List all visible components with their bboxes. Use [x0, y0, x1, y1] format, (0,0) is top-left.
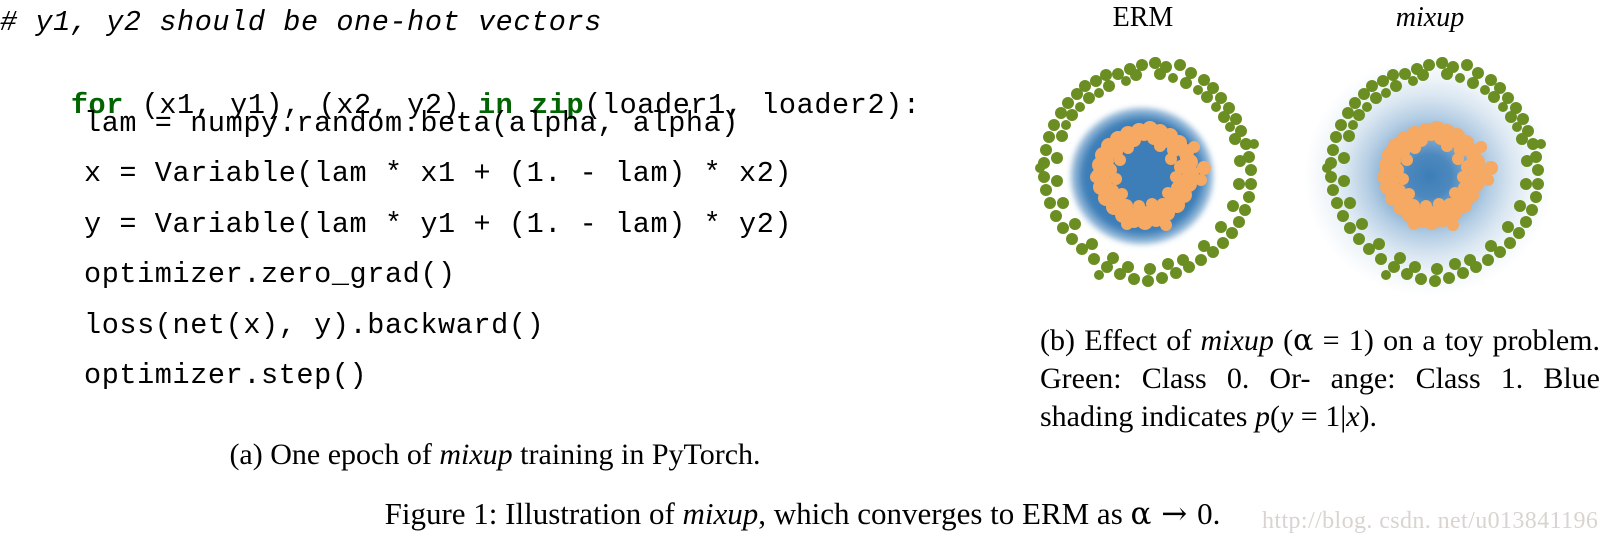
caption-b-p-symbol: p: [1254, 399, 1270, 433]
caption-b-prefix: (b) Effect of: [1040, 324, 1201, 357]
code-line-y-variable: y = Variable(lam * y1 + (1. - lam) * y2): [84, 207, 793, 241]
code-line-for-loop: for (x1, y1), (x2, y2) in zip(loader1, l…: [0, 56, 921, 155]
code-line-backward: loss(net(x), y).backward(): [84, 308, 545, 342]
caption-a-emphasis: mixup: [439, 438, 513, 471]
code-line-zero-grad: optimizer.zero_grad(): [84, 258, 456, 291]
scatter-plot-erm: [1008, 48, 1278, 313]
scatter-plot-mixup-svg: [1304, 56, 1554, 296]
figure-caption-emphasis: mixup: [682, 496, 759, 531]
caption-b-x-symbol: x: [1346, 399, 1360, 433]
caption-b-y-symbol: y: [1279, 399, 1294, 433]
figure-caption-middle: , which converges to ERM as: [758, 496, 1131, 531]
caption-b-emphasis: mixup: [1200, 324, 1274, 357]
caption-b: (b) Effect of mixup (α = 1) on a toy pro…: [1040, 322, 1600, 436]
caption-b-paren2-close: ).: [1359, 399, 1378, 433]
code-line-comment: # y1, y2 should be one-hot vectors: [0, 6, 602, 39]
scatter-plot-erm-svg: [1035, 57, 1259, 287]
scatter-plot-mixup: [1295, 48, 1565, 313]
plot-title-mixup: mixup: [1395, 2, 1465, 33]
figure-caption-limit: 0.: [1197, 496, 1221, 531]
figure-panel: ERM mixup (b) Effect of mixup (α = 1) on…: [1000, 0, 1605, 480]
code-listing: # y1, y2 should be one-hot vectors for (…: [0, 0, 990, 420]
figure-caption-prefix: Figure 1: Illustration of: [384, 496, 683, 531]
caption-a: (a) One epoch of mixup training in PyTor…: [0, 437, 990, 472]
caption-b-alpha-equals: = 1: [1313, 324, 1364, 357]
alpha-symbol-caption-b: α: [1293, 323, 1314, 358]
caption-a-suffix: training in PyTorch.: [512, 438, 761, 471]
code-line-lam: lam = numpy.random.beta(alpha, alpha): [84, 106, 740, 140]
caption-b-line1-suffix: ) on a: [1363, 324, 1436, 357]
code-line-step: optimizer.step(): [84, 359, 368, 392]
watermark-url: http://blog. csdn. net/u013841196: [1262, 508, 1599, 534]
caption-b-paren2-open: (: [1269, 399, 1280, 433]
code-line-x-variable: x = Variable(lam * x1 + (1. - lam) * x2): [84, 157, 793, 190]
plot-title-erm: ERM: [1112, 2, 1174, 33]
caption-a-prefix: (a) One epoch of: [229, 438, 440, 471]
alpha-symbol-figure-caption: α: [1130, 496, 1152, 532]
right-arrow-icon: →: [1151, 496, 1198, 532]
caption-b-cond-equals: = 1|: [1293, 399, 1347, 433]
caption-b-paren-open: (: [1273, 324, 1294, 357]
